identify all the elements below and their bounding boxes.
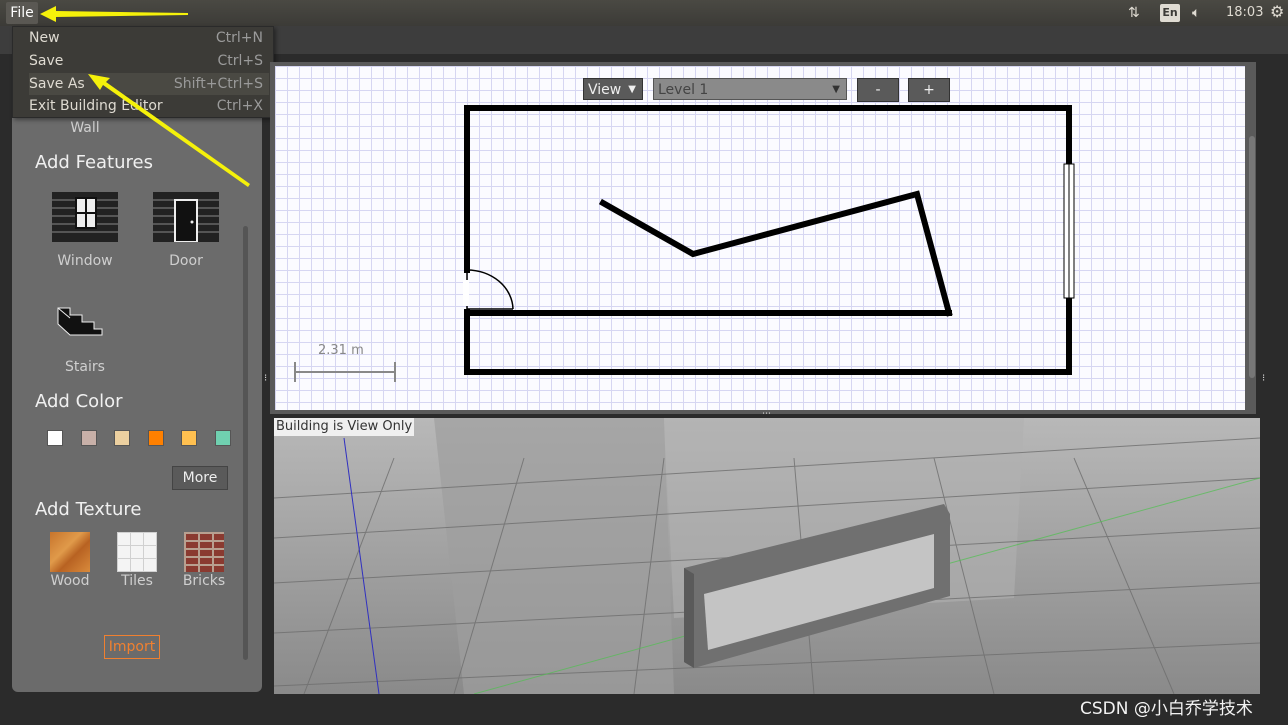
zoom-in-button[interactable]: +: [908, 78, 950, 102]
zoom-out-button[interactable]: -: [857, 78, 899, 102]
add-texture-heading: Add Texture: [35, 499, 142, 520]
tiles-texture-icon[interactable]: [117, 532, 157, 572]
door-icon: [153, 192, 219, 243]
more-colors-button[interactable]: More: [172, 466, 228, 490]
annotation-arrow-icon: [88, 74, 250, 187]
chevron-down-icon: ▼: [628, 84, 636, 95]
volume-icon[interactable]: 🔈︎: [1192, 4, 1200, 22]
chevron-down-icon: ▼: [832, 84, 840, 95]
top-menu-bar: File ⇅ En 🔈︎ 18:03 ⚙: [0, 0, 1288, 26]
view-dropdown-label: View: [588, 82, 622, 98]
watermark: CSDN @小白乔学技术: [1080, 699, 1253, 719]
left-splitter-handle[interactable]: ⁝: [264, 374, 267, 384]
color-swatch-beige[interactable]: [114, 430, 130, 446]
color-swatch-teal[interactable]: [215, 430, 231, 446]
color-swatch-tan[interactable]: [81, 430, 97, 446]
scale-label: 2.31 m: [318, 343, 364, 358]
right-splitter-handle[interactable]: ⁝: [1262, 374, 1265, 384]
palette-scrollbar[interactable]: [243, 226, 248, 660]
add-color-heading: Add Color: [35, 391, 123, 412]
scene-3d-render: [274, 418, 1260, 694]
view-only-status: Building is View Only: [274, 418, 415, 436]
window-icon: [1063, 163, 1075, 299]
menu-item-save[interactable]: Save Ctrl+S: [29, 50, 269, 72]
window-feature-button[interactable]: [52, 192, 118, 242]
menu-item-shortcut: Ctrl+S: [217, 53, 263, 69]
view-dropdown[interactable]: View ▼: [583, 78, 643, 100]
wood-texture-icon[interactable]: [50, 532, 90, 572]
clock[interactable]: 18:03: [1226, 4, 1263, 22]
network-icon[interactable]: ⇅: [1128, 4, 1140, 22]
window-feature-label: Window: [57, 253, 113, 269]
level-dropdown-label: Level 1: [658, 82, 709, 98]
floor-plan-drawing[interactable]: [275, 66, 1245, 410]
menu-item-new[interactable]: New Ctrl+N: [29, 27, 269, 49]
level-dropdown[interactable]: Level 1 ▼: [653, 78, 847, 100]
gear-icon[interactable]: ⚙: [1270, 3, 1284, 21]
stairs-feature-label: Stairs: [65, 359, 105, 375]
menu-item-shortcut: Ctrl+N: [215, 30, 263, 46]
color-swatch-white[interactable]: [47, 430, 63, 446]
stairs-feature-button[interactable]: [56, 306, 104, 336]
keyboard-layout-indicator[interactable]: En: [1160, 4, 1180, 22]
color-swatch-orange[interactable]: [148, 430, 164, 446]
menu-item-label: New: [29, 30, 60, 46]
door-icon: [463, 269, 514, 312]
wall-segment: [598, 190, 953, 317]
file-menu-button[interactable]: File: [6, 2, 38, 24]
bricks-texture-label: Bricks: [182, 573, 226, 589]
window-icon: [52, 192, 118, 242]
door-feature-button[interactable]: [153, 192, 219, 243]
menu-item-label: Save As: [29, 76, 85, 92]
stairs-icon: [57, 307, 103, 336]
annotation-arrow-icon: [40, 6, 188, 22]
door-feature-label: Door: [169, 253, 203, 269]
color-swatch-yellow[interactable]: [181, 430, 197, 446]
bricks-texture-icon[interactable]: [184, 532, 224, 572]
view-3d[interactable]: [274, 418, 1260, 694]
horizontal-splitter-handle[interactable]: ⋯: [762, 410, 771, 419]
menu-item-label: Save: [29, 53, 64, 69]
import-button[interactable]: Import: [104, 635, 160, 659]
scale-bar: [294, 362, 396, 382]
editor-2d-scrollbar[interactable]: [1249, 136, 1255, 378]
